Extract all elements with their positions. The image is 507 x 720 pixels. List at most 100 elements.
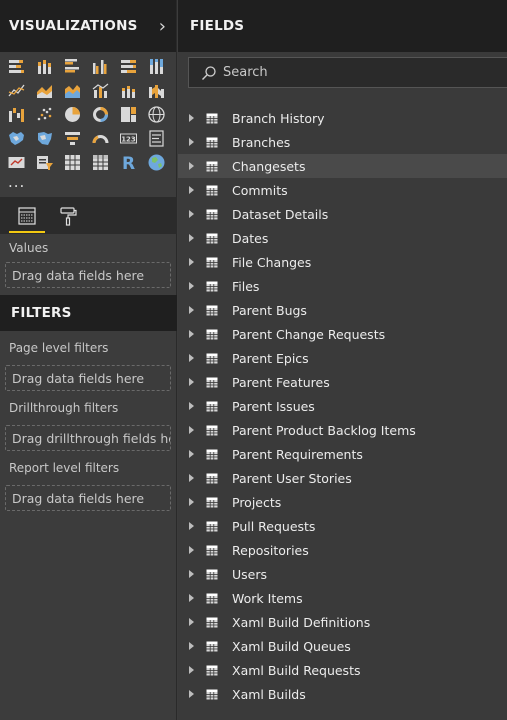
table-icon[interactable] <box>60 150 84 174</box>
table-icon <box>206 545 218 555</box>
100-stacked-bar-icon[interactable] <box>116 54 140 78</box>
waterfall-icon[interactable] <box>4 102 28 126</box>
expand-caret-icon[interactable] <box>189 498 194 506</box>
expand-caret-icon[interactable] <box>189 210 194 218</box>
gauge-icon[interactable] <box>88 126 112 150</box>
field-table-item[interactable]: Repositories <box>178 538 507 562</box>
fields-tab[interactable] <box>9 201 45 233</box>
expand-caret-icon[interactable] <box>189 186 194 194</box>
field-table-name: Dates <box>232 230 269 246</box>
search-input[interactable] <box>223 65 503 80</box>
field-table-item[interactable]: Pull Requests <box>178 514 507 538</box>
stacked-area-icon[interactable] <box>60 78 84 102</box>
expand-caret-icon[interactable] <box>189 330 194 338</box>
slicer-icon-glyph <box>36 155 53 170</box>
field-table-item[interactable]: Parent Features <box>178 370 507 394</box>
expand-caret-icon[interactable] <box>189 258 194 266</box>
pie-icon[interactable] <box>60 102 84 126</box>
field-table-item[interactable]: Commits <box>178 178 507 202</box>
expand-caret-icon[interactable] <box>189 354 194 362</box>
field-table-name: Xaml Build Requests <box>232 662 361 678</box>
chevron-right-icon[interactable]: › <box>159 16 166 37</box>
drillthrough-filters-drop-zone[interactable]: Drag drillthrough fields here <box>5 425 171 451</box>
field-table-item[interactable]: Projects <box>178 490 507 514</box>
stacked-column-icon[interactable] <box>32 54 56 78</box>
kpi-icon[interactable] <box>4 150 28 174</box>
area-chart-icon[interactable] <box>32 78 56 102</box>
page-level-filters-drop-zone[interactable]: Drag data fields here <box>5 365 171 391</box>
field-table-item[interactable]: Changesets <box>178 154 507 178</box>
expand-caret-icon[interactable] <box>189 378 194 386</box>
slicer-icon[interactable] <box>32 150 56 174</box>
expand-caret-icon[interactable] <box>189 666 194 674</box>
table-icon <box>206 161 218 171</box>
expand-caret-icon[interactable] <box>189 450 194 458</box>
expand-caret-icon[interactable] <box>189 594 194 602</box>
expand-caret-icon[interactable] <box>189 282 194 290</box>
search-box[interactable] <box>188 57 507 88</box>
line-stacked-column-icon[interactable] <box>116 78 140 102</box>
r-visual-icon[interactable]: R <box>116 150 140 174</box>
multi-row-card-icon[interactable] <box>144 126 168 150</box>
matrix-icon[interactable] <box>88 150 112 174</box>
filled-map-icon[interactable] <box>4 126 28 150</box>
table-icon <box>206 137 218 147</box>
expand-caret-icon[interactable] <box>189 474 194 482</box>
treemap-icon[interactable] <box>116 102 140 126</box>
expand-caret-icon[interactable] <box>189 546 194 554</box>
ribbon-chart-icon[interactable] <box>144 78 168 102</box>
expand-caret-icon[interactable] <box>189 402 194 410</box>
card-icon[interactable]: 123 <box>116 126 140 150</box>
field-table-item[interactable]: Xaml Build Definitions <box>178 610 507 634</box>
field-table-item[interactable]: File Changes <box>178 250 507 274</box>
field-table-item[interactable]: Work Items <box>178 586 507 610</box>
table-icon <box>206 233 218 243</box>
field-table-item[interactable]: Parent Epics <box>178 346 507 370</box>
expand-caret-icon[interactable] <box>189 234 194 242</box>
field-table-item[interactable]: Dataset Details <box>178 202 507 226</box>
expand-caret-icon[interactable] <box>189 114 194 122</box>
expand-caret-icon[interactable] <box>189 306 194 314</box>
more-visuals-button[interactable]: ... <box>8 173 25 191</box>
field-table-item[interactable]: Branch History <box>178 106 507 130</box>
field-table-item[interactable]: Parent Requirements <box>178 442 507 466</box>
clustered-bar-icon[interactable] <box>60 54 84 78</box>
field-table-item[interactable]: Parent Bugs <box>178 298 507 322</box>
field-table-item[interactable]: Branches <box>178 130 507 154</box>
expand-caret-icon[interactable] <box>189 162 194 170</box>
line-clustered-column-icon[interactable] <box>88 78 112 102</box>
format-tab[interactable] <box>50 201 86 231</box>
field-table-item[interactable]: Files <box>178 274 507 298</box>
clustered-column-icon[interactable] <box>88 54 112 78</box>
field-table-item[interactable]: Xaml Builds <box>178 682 507 706</box>
field-table-item[interactable]: Parent User Stories <box>178 466 507 490</box>
shape-map-icon[interactable] <box>32 126 56 150</box>
expand-caret-icon[interactable] <box>189 618 194 626</box>
field-table-item[interactable]: Parent Change Requests <box>178 322 507 346</box>
values-drop-zone[interactable]: Drag data fields here <box>5 262 171 288</box>
field-table-item[interactable]: Users <box>178 562 507 586</box>
line-chart-icon[interactable] <box>4 78 28 102</box>
expand-caret-icon[interactable] <box>189 138 194 146</box>
arcgis-map-icon[interactable] <box>144 150 168 174</box>
table-icon <box>206 521 218 531</box>
funnel-icon[interactable] <box>60 126 84 150</box>
scatter-icon[interactable] <box>32 102 56 126</box>
expand-caret-icon[interactable] <box>189 570 194 578</box>
area-chart-icon-glyph <box>36 84 52 98</box>
expand-caret-icon[interactable] <box>189 426 194 434</box>
map-icon[interactable] <box>144 102 168 126</box>
field-table-item[interactable]: Dates <box>178 226 507 250</box>
field-table-item[interactable]: Xaml Build Queues <box>178 634 507 658</box>
expand-caret-icon[interactable] <box>189 642 194 650</box>
report-level-filters-drop-zone[interactable]: Drag data fields here <box>5 485 171 511</box>
field-table-item[interactable]: Parent Issues <box>178 394 507 418</box>
expand-caret-icon[interactable] <box>189 522 194 530</box>
field-table-item[interactable]: Parent Product Backlog Items <box>178 418 507 442</box>
stacked-bar-icon[interactable] <box>4 54 28 78</box>
field-table-item[interactable]: Xaml Build Requests <box>178 658 507 682</box>
field-table-name: Branches <box>232 134 291 150</box>
donut-icon[interactable] <box>88 102 112 126</box>
100-stacked-column-icon[interactable] <box>144 54 168 78</box>
expand-caret-icon[interactable] <box>189 690 194 698</box>
